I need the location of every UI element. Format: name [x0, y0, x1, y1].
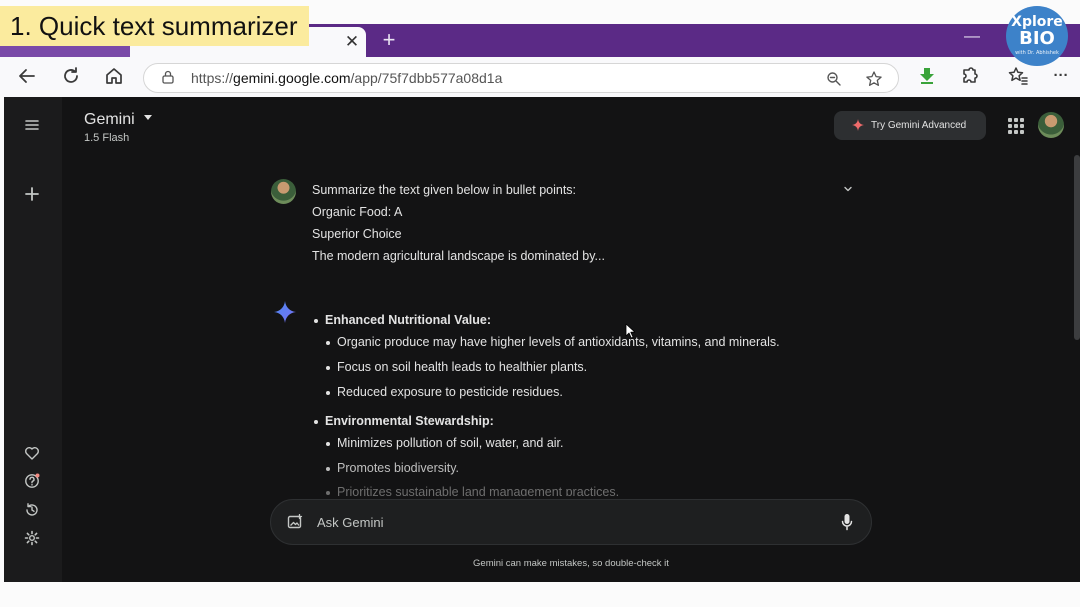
response-item: Focus on soil health leads to healthier … [337, 360, 588, 374]
settings-gear-icon[interactable] [21, 529, 43, 551]
download-icon[interactable] [916, 65, 938, 87]
bullet-icon [326, 366, 330, 370]
chat-scrollbar[interactable] [1074, 155, 1080, 340]
help-icon[interactable] [21, 472, 43, 494]
disclaimer-text: Gemini can make mistakes, so double-chec… [473, 558, 669, 569]
mouse-cursor-icon [625, 323, 635, 339]
faded-item-clip: Prioritizes sustainable land management … [312, 485, 872, 496]
response-item: Minimizes pollution of soil, water, and … [337, 436, 564, 450]
try-gemini-advanced-label: Try Gemini Advanced [871, 120, 967, 131]
bullet-icon [326, 467, 330, 471]
model-name[interactable]: 1.5 Flash [84, 132, 129, 144]
response-item: Prioritizes sustainable land management … [337, 485, 620, 496]
video-title-label: 1. Quick text summarizer [0, 6, 309, 46]
xplore-bio-logo: Xplore BIO with Dr. Abhishek [1006, 6, 1068, 66]
response-heading: Environmental Stewardship: [325, 414, 494, 428]
bullet-icon [326, 341, 330, 345]
reload-icon[interactable] [60, 65, 82, 87]
address-bar[interactable]: https://gemini.google.com/app/75f7dbb577… [143, 63, 899, 93]
gemini-title[interactable]: Gemini [84, 111, 135, 129]
favorites-icon[interactable] [1007, 65, 1029, 87]
gemini-sparkle-icon [274, 301, 296, 323]
extensions-icon[interactable] [959, 65, 981, 87]
prompt-line: Organic Food: A [312, 205, 403, 219]
account-avatar[interactable] [1038, 112, 1064, 138]
bullet-icon [326, 442, 330, 446]
bullet-icon [314, 420, 318, 424]
zoom-icon[interactable] [826, 71, 842, 87]
url-path: /app/75f7dbb577a08d1a [350, 70, 503, 86]
prompt-line: Summarize the text given below in bullet… [312, 183, 577, 197]
advanced-spark-icon [852, 119, 864, 131]
url-host: gemini.google.com [233, 70, 351, 86]
url-text[interactable]: https://gemini.google.com/app/75f7dbb577… [191, 70, 502, 86]
url-prefix: https:// [191, 70, 234, 86]
minimize-window-button[interactable]: — [964, 28, 980, 46]
browser-toolbar: https://gemini.google.com/app/75f7dbb577… [0, 57, 1080, 97]
bullet-icon [314, 319, 318, 323]
gemini-app: Gemini 1.5 Flash Try Gemini Advanced Sum… [4, 97, 1080, 582]
prompt-input-box[interactable]: Ask Gemini [270, 499, 872, 545]
screen: ✕ + — https://gemini.google.com/app/75f7… [0, 0, 1080, 607]
model-dropdown-caret-icon[interactable] [144, 115, 152, 120]
logo-line-3: with Dr. Abhishek [1015, 50, 1059, 56]
try-gemini-advanced-button[interactable]: Try Gemini Advanced [834, 111, 986, 140]
gem-manager-icon[interactable] [21, 444, 43, 466]
microphone-icon[interactable] [841, 513, 853, 531]
response-item: Promotes biodiversity. [337, 461, 460, 475]
google-apps-icon[interactable] [1008, 118, 1024, 134]
response-item: Reduced exposure to pesticide residues. [337, 385, 563, 399]
browser-menu-icon[interactable]: ··· [1050, 65, 1072, 87]
user-avatar [271, 179, 296, 204]
chat-main: Gemini 1.5 Flash Try Gemini Advanced Sum… [62, 97, 1080, 582]
home-icon[interactable] [103, 65, 125, 87]
new-tab-button[interactable]: + [377, 27, 401, 53]
response-heading: Enhanced Nutritional Value: [325, 313, 491, 327]
new-chat-plus-icon[interactable] [21, 184, 43, 206]
lock-icon[interactable] [162, 70, 174, 84]
prompt-input-placeholder[interactable]: Ask Gemini [317, 515, 383, 530]
prompt-line: Superior Choice [312, 227, 402, 241]
back-arrow-icon[interactable] [16, 65, 38, 87]
main-menu-icon[interactable] [21, 114, 43, 136]
add-image-icon[interactable] [287, 514, 303, 530]
logo-line-2: BIO [1019, 28, 1055, 49]
close-tab-icon[interactable]: ✕ [344, 32, 360, 52]
prompt-line: The modern agricultural landscape is dom… [312, 249, 605, 263]
response-item: Organic produce may have higher levels o… [337, 335, 780, 349]
bullet-icon [326, 391, 330, 395]
bullet-icon [326, 491, 330, 495]
expand-prompt-chevron-icon[interactable] [843, 184, 853, 194]
activity-history-icon[interactable] [21, 501, 43, 523]
bookmark-star-icon[interactable] [865, 70, 883, 88]
sidebar [4, 97, 62, 582]
